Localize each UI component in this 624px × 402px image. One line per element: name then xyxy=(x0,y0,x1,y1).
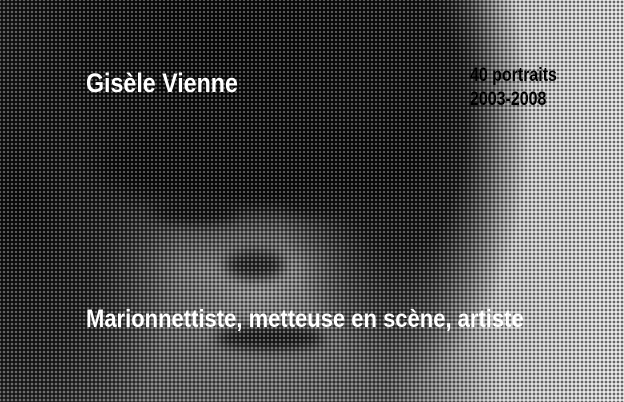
halftone-highlight-pattern xyxy=(0,0,624,402)
series-label: 40 portraits 2003-2008 xyxy=(470,64,557,112)
series-title: 40 portraits xyxy=(470,65,557,86)
cover-image: Gisèle Vienne 40 portraits 2003-2008 Mar… xyxy=(0,0,624,402)
artist-name-title: Gisèle Vienne xyxy=(86,68,238,98)
series-years: 2003-2008 xyxy=(470,89,547,110)
artist-profession-subtitle: Marionnettiste, metteuse en scène, artis… xyxy=(86,305,524,333)
